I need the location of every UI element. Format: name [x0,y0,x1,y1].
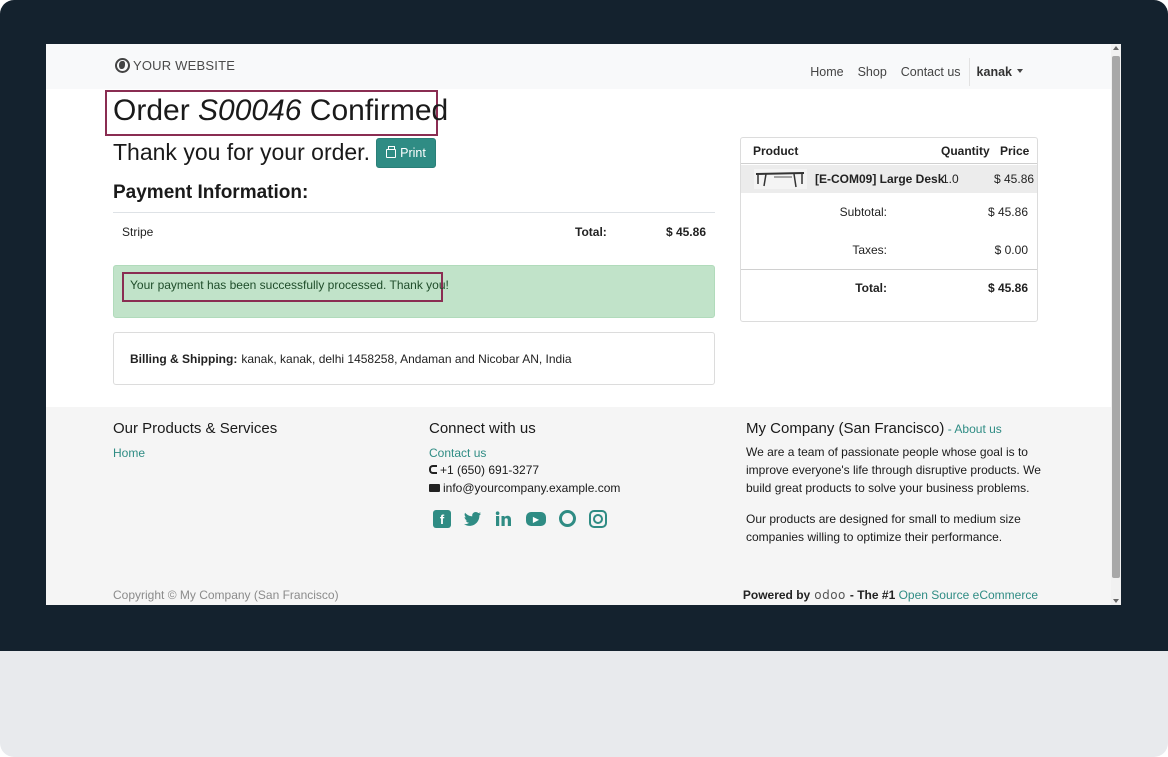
subtotal-value: $ 45.86 [987,205,1028,219]
youtube-icon[interactable]: ▶ [526,512,546,526]
scroll-thumb[interactable] [1112,56,1120,578]
payment-total-label: Total: [575,225,607,239]
taxes-row: Taxes: $ 0.00 [741,243,1037,263]
social-links: f ▶ [433,510,607,528]
phone-icon [429,465,437,475]
product-row: [E-COM09] Large Desk 1.0 $ 45.86 [741,165,1037,193]
billing-label: Billing & Shipping: [130,351,238,366]
title-suffix: Confirmed [301,94,449,127]
col-quantity: Quantity [941,144,990,158]
instagram-icon[interactable] [589,510,607,528]
powered-by: Powered by odoo - The #1 Open Source eComm… [743,588,1038,602]
top-navbar: YOUR WEBSITE Home Shop Contact us kanak [46,44,1111,89]
order-number: S00046 [198,94,302,127]
monitor-stand [0,651,1168,757]
col-price: Price [1000,144,1030,158]
success-message: Your payment has been successfully proce… [130,278,449,292]
footer-contact-link[interactable]: Contact us [429,446,486,460]
product-price: $ 45.86 [994,172,1035,186]
total-row: Total: $ 45.86 [741,281,1037,301]
brand-text: YOUR WEBSITE [133,58,236,73]
title-prefix: Order [113,94,199,127]
user-name: kanak [976,65,1012,79]
vertical-scrollbar[interactable] [1111,44,1121,605]
about-text-1: We are a team of passionate people whose… [746,445,1041,495]
printer-icon [386,145,397,158]
nav-shop[interactable]: Shop [858,65,887,79]
site-logo[interactable]: YOUR WEBSITE [115,58,235,73]
payment-method: Stripe [122,225,154,239]
email-address[interactable]: info@yourcompany.example.com [443,481,620,495]
summary-total-value: $ 45.86 [987,281,1028,295]
twitter-icon[interactable] [464,510,482,528]
billing-shipping-box: Billing & Shipping: kanak, kanak, delhi … [113,332,715,385]
scroll-up-icon[interactable] [1113,46,1119,50]
company-title: My Company (San Francisco) [746,420,945,437]
ecommerce-link[interactable]: Open Source eCommerce [899,588,1038,602]
subtotal-label: Subtotal: [839,205,887,219]
subtotal-row: Subtotal: $ 45.86 [741,205,1037,225]
connect-title: Connect with us [429,420,536,437]
tagline: - The #1 [849,588,896,602]
chevron-down-icon [1017,68,1023,73]
payment-row: Stripe Total: $ 45.86 [113,213,715,251]
user-menu[interactable]: kanak [977,65,1023,79]
facebook-icon[interactable]: f [433,510,451,528]
company-title-line: My Company (San Francisco) - About us [746,420,1002,437]
thank-you-text: Thank you for your order. [113,139,370,165]
linkedin-icon[interactable] [495,510,513,528]
payment-total-value: $ 45.86 [665,225,706,239]
desk-thumbnail-icon [754,169,807,189]
odoo-logo[interactable]: odoo [814,588,846,602]
summary-header: Product Quantity Price [741,138,1037,164]
phone-number: +1 (650) 691-3277 [440,463,540,477]
product-name[interactable]: [E-COM09] Large Desk [815,172,944,186]
phone-line: +1 (650) 691-3277 [429,461,539,479]
page-title: Order S00046 Confirmed [113,94,448,128]
envelope-icon [429,483,440,492]
billing-address: kanak, kanak, delhi 1458258, Andaman and… [241,351,572,366]
company-sep: - [944,422,955,436]
about-text-2: Our products are designed for small to m… [746,512,1021,544]
about-us-link[interactable]: About us [954,422,1001,436]
github-icon[interactable] [559,510,576,527]
products-services-title: Our Products & Services [113,420,278,437]
print-label: Print [400,146,426,160]
order-summary-card: Product Quantity Price [E-COM09] Large D… [740,137,1038,322]
globe-icon [115,58,130,73]
email-line: info@yourcompany.example.com [429,479,620,497]
nav-home[interactable]: Home [810,65,843,79]
scroll-down-icon[interactable] [1113,599,1119,603]
main-nav: Home Shop Contact us kanak [796,58,1023,86]
print-button[interactable]: Print [376,138,436,168]
nav-contact[interactable]: Contact us [901,65,961,79]
col-product: Product [753,144,799,158]
copyright: Copyright © My Company (San Francisco) [113,588,339,602]
taxes-value: $ 0.00 [994,243,1028,257]
nav-divider [968,58,970,86]
summary-divider [741,269,1037,270]
product-quantity: 1.0 [942,172,959,186]
powered-by-label: Powered by [742,588,811,602]
summary-total-label: Total: [855,281,887,295]
footer-home-link[interactable]: Home [113,446,145,460]
browser-viewport: YOUR WEBSITE Home Shop Contact us kanak … [46,44,1121,605]
taxes-label: Taxes: [852,243,887,257]
payment-heading: Payment Information: [113,182,309,203]
